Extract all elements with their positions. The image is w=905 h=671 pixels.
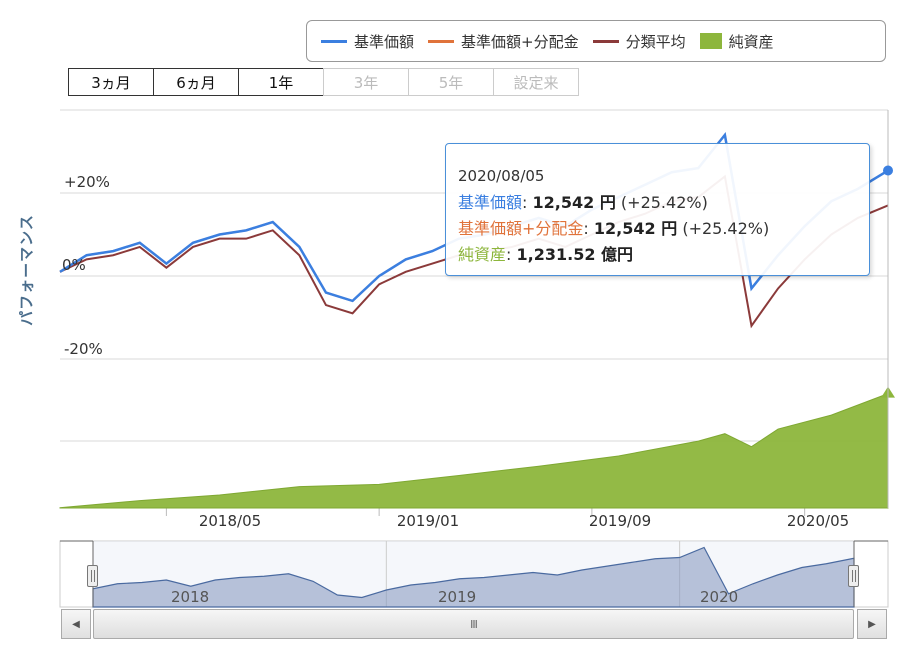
scroll-left-button[interactable]: ◀ [61, 609, 91, 639]
tooltip-row-net-assets: 純資産: 1,231.52 億円 [458, 245, 634, 264]
y-axis-title: パフォーマンス [17, 214, 36, 326]
tooltip-nav-value: 12,542 円 [532, 193, 616, 212]
tooltip-nav-dividend-label: 基準価額+分配金 [458, 219, 584, 238]
scroll-right-button[interactable]: ▶ [857, 609, 887, 639]
tooltip-nav-label: 基準価額 [458, 193, 523, 212]
tooltip-nav-dividend-value: 12,542 円 [593, 219, 678, 238]
tooltip-date: 2020/08/05 [458, 167, 545, 185]
tooltip-nav-change: (+25.42%) [620, 193, 708, 212]
navigator-series [92, 546, 855, 608]
tooltip-row-nav: 基準価額: 12,542 円 (+25.42%) [458, 193, 708, 212]
tooltip-net-assets-label: 純資産 [458, 245, 507, 264]
tooltip-nav-dividend-change: (+25.42%) [682, 219, 770, 238]
tooltip-net-assets-value: 1,231.52 億円 [516, 245, 634, 264]
net-assets-area [59, 392, 889, 509]
x-tick-label: 2020/05 [786, 512, 850, 530]
y-tick-label: -20% [64, 340, 103, 358]
navigator-year-label: 2018 [171, 588, 209, 606]
navigator-frame [59, 540, 889, 608]
navigator-selection [93, 541, 854, 607]
y-tick-label: +20% [64, 173, 110, 191]
navigator-handle-right[interactable] [848, 565, 859, 587]
y-tick-label: 0% [62, 256, 86, 274]
navigator-year-label: 2019 [438, 588, 476, 606]
x-tick-label: 2019/01 [396, 512, 460, 530]
scrollbar-thumb[interactable]: III [93, 609, 854, 639]
data-tooltip: 2020/08/05 基準価額: 12,542 円 (+25.42%) 基準価額… [445, 143, 870, 276]
navigator-handle-left[interactable] [87, 565, 98, 587]
navigator-year-label: 2020 [700, 588, 738, 606]
tooltip-row-nav-dividend: 基準価額+分配金: 12,542 円 (+25.42%) [458, 219, 770, 238]
hover-point [883, 165, 893, 176]
x-tick-label: 2019/09 [588, 512, 652, 530]
x-tick-label: 2018/05 [198, 512, 262, 530]
